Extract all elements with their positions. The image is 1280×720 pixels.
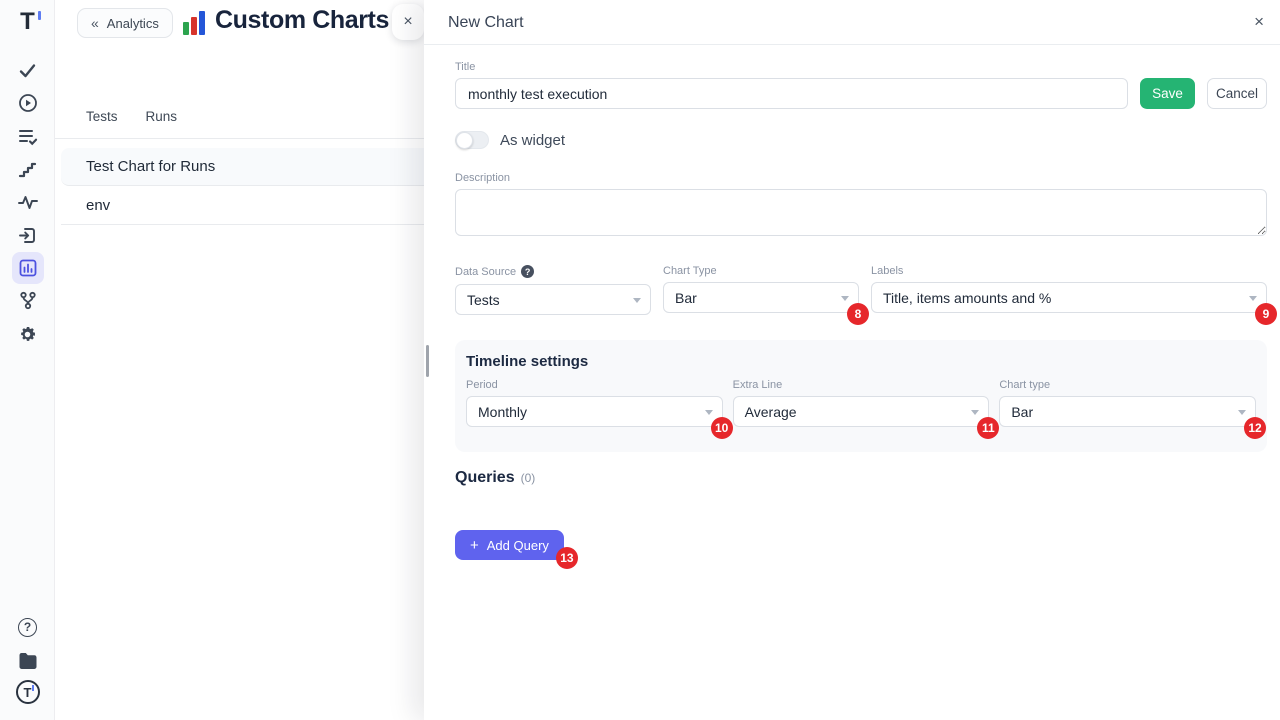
- chart-list-item-label: Test Chart for Runs: [86, 158, 215, 175]
- brand-logo-icon: T: [20, 10, 35, 34]
- steps-icon: [18, 160, 37, 179]
- period-select[interactable]: Monthly 10: [466, 396, 723, 427]
- chevron-down-icon: [1238, 410, 1246, 415]
- timeline-settings-heading: Timeline settings: [466, 353, 1256, 370]
- chevron-down-icon: [633, 298, 641, 303]
- title-input[interactable]: [455, 78, 1128, 109]
- as-widget-toggle[interactable]: [455, 131, 489, 149]
- back-button-label: Analytics: [107, 16, 159, 31]
- panel-close-button[interactable]: ×: [1254, 12, 1264, 32]
- page-title: Custom Charts: [215, 6, 389, 35]
- as-widget-label: As widget: [500, 132, 565, 149]
- sidebar-item-analytics-active[interactable]: [0, 252, 55, 284]
- charts-tabs: Tests Runs: [86, 109, 177, 124]
- queries-count: (0): [521, 471, 536, 485]
- sidebar-item-tests[interactable]: [0, 56, 55, 84]
- toggle-knob: [456, 132, 473, 149]
- tab-tests[interactable]: Tests: [86, 109, 118, 124]
- sidebar-item-branch[interactable]: [0, 286, 55, 314]
- check-icon: [18, 61, 37, 80]
- close-icon: ×: [403, 13, 412, 31]
- period-label: Period: [466, 379, 723, 391]
- chart-type-select[interactable]: Bar 8: [663, 282, 859, 313]
- sidebar-item-brand-bottom[interactable]: T: [0, 678, 55, 706]
- chevron-down-icon: [1249, 296, 1257, 301]
- sidebar-item-help[interactable]: ?: [0, 613, 55, 641]
- labels-select[interactable]: Title, items amounts and % 9: [871, 282, 1267, 313]
- step-badge-13: 13: [556, 547, 578, 569]
- brand-circle-icon: T: [16, 680, 40, 704]
- save-button[interactable]: Save: [1140, 78, 1195, 109]
- help-circle-icon: ?: [18, 618, 37, 637]
- list-check-icon: [18, 128, 38, 146]
- step-badge-10: 10: [711, 417, 733, 439]
- bar-chart-icon: [19, 259, 37, 277]
- timeline-chart-type-value: Bar: [1011, 404, 1033, 420]
- description-label: Description: [455, 172, 1267, 184]
- chart-type-value: Bar: [675, 290, 697, 306]
- tab-runs[interactable]: Runs: [146, 109, 178, 124]
- step-badge-8: 8: [847, 303, 869, 325]
- sidebar: T ? T: [0, 0, 55, 720]
- panel-header: New Chart ×: [424, 0, 1280, 45]
- extra-line-select[interactable]: Average 11: [733, 396, 990, 427]
- chart-list-item-label: env: [86, 197, 110, 214]
- cancel-button[interactable]: Cancel: [1207, 78, 1267, 109]
- panel-scrollbar-thumb[interactable]: [426, 345, 429, 377]
- page-close-button[interactable]: ×: [392, 4, 424, 40]
- gear-icon: [18, 325, 37, 344]
- chevron-down-icon: [971, 410, 979, 415]
- close-icon: ×: [1254, 12, 1264, 31]
- brand-logo[interactable]: T: [0, 8, 55, 36]
- sidebar-item-milestones[interactable]: [0, 155, 55, 183]
- sidebar-item-pulse[interactable]: [0, 188, 55, 216]
- title-field-label: Title: [455, 61, 1267, 73]
- labels-value: Title, items amounts and %: [883, 290, 1051, 306]
- step-badge-9: 9: [1255, 303, 1277, 325]
- folder-icon: [18, 652, 38, 669]
- chevron-down-icon: [705, 410, 713, 415]
- bar-chart-emoji-icon: [183, 11, 208, 35]
- branch-icon: [19, 291, 37, 310]
- help-icon[interactable]: ?: [521, 265, 534, 278]
- chart-type-label: Chart Type: [663, 265, 859, 277]
- panel-title: New Chart: [448, 0, 524, 45]
- data-source-label: Data Source: [455, 266, 516, 278]
- sidebar-item-docs[interactable]: [0, 646, 55, 674]
- step-badge-11: 11: [977, 417, 999, 439]
- sidebar-item-runs[interactable]: [0, 89, 55, 117]
- chevrons-left-icon: «: [91, 15, 99, 31]
- period-value: Monthly: [478, 404, 527, 420]
- timeline-chart-type-select[interactable]: Bar 12: [999, 396, 1256, 427]
- add-query-label: Add Query: [487, 538, 549, 553]
- extra-line-value: Average: [745, 404, 797, 420]
- chevron-down-icon: [841, 296, 849, 301]
- new-chart-panel: New Chart × Title Save Cancel As widget …: [424, 0, 1280, 720]
- queries-heading: Queries: [455, 469, 515, 487]
- add-query-button[interactable]: + Add Query: [455, 530, 564, 560]
- sidebar-item-import[interactable]: [0, 221, 55, 249]
- timeline-settings-section: Timeline settings Period Monthly 10 Extr…: [455, 340, 1267, 452]
- data-source-value: Tests: [467, 292, 500, 308]
- sidebar-item-plans[interactable]: [0, 123, 55, 151]
- description-textarea[interactable]: [455, 189, 1267, 236]
- step-badge-12: 12: [1244, 417, 1266, 439]
- back-to-analytics-button[interactable]: « Analytics: [77, 8, 173, 38]
- sidebar-item-settings[interactable]: [0, 320, 55, 348]
- plus-icon: +: [470, 537, 479, 554]
- extra-line-label: Extra Line: [733, 379, 990, 391]
- data-source-select[interactable]: Tests: [455, 284, 651, 315]
- timeline-chart-type-label: Chart type: [999, 379, 1256, 391]
- labels-label: Labels: [871, 265, 1267, 277]
- activity-icon: [18, 194, 38, 210]
- play-circle-icon: [18, 93, 38, 113]
- import-icon: [18, 226, 37, 245]
